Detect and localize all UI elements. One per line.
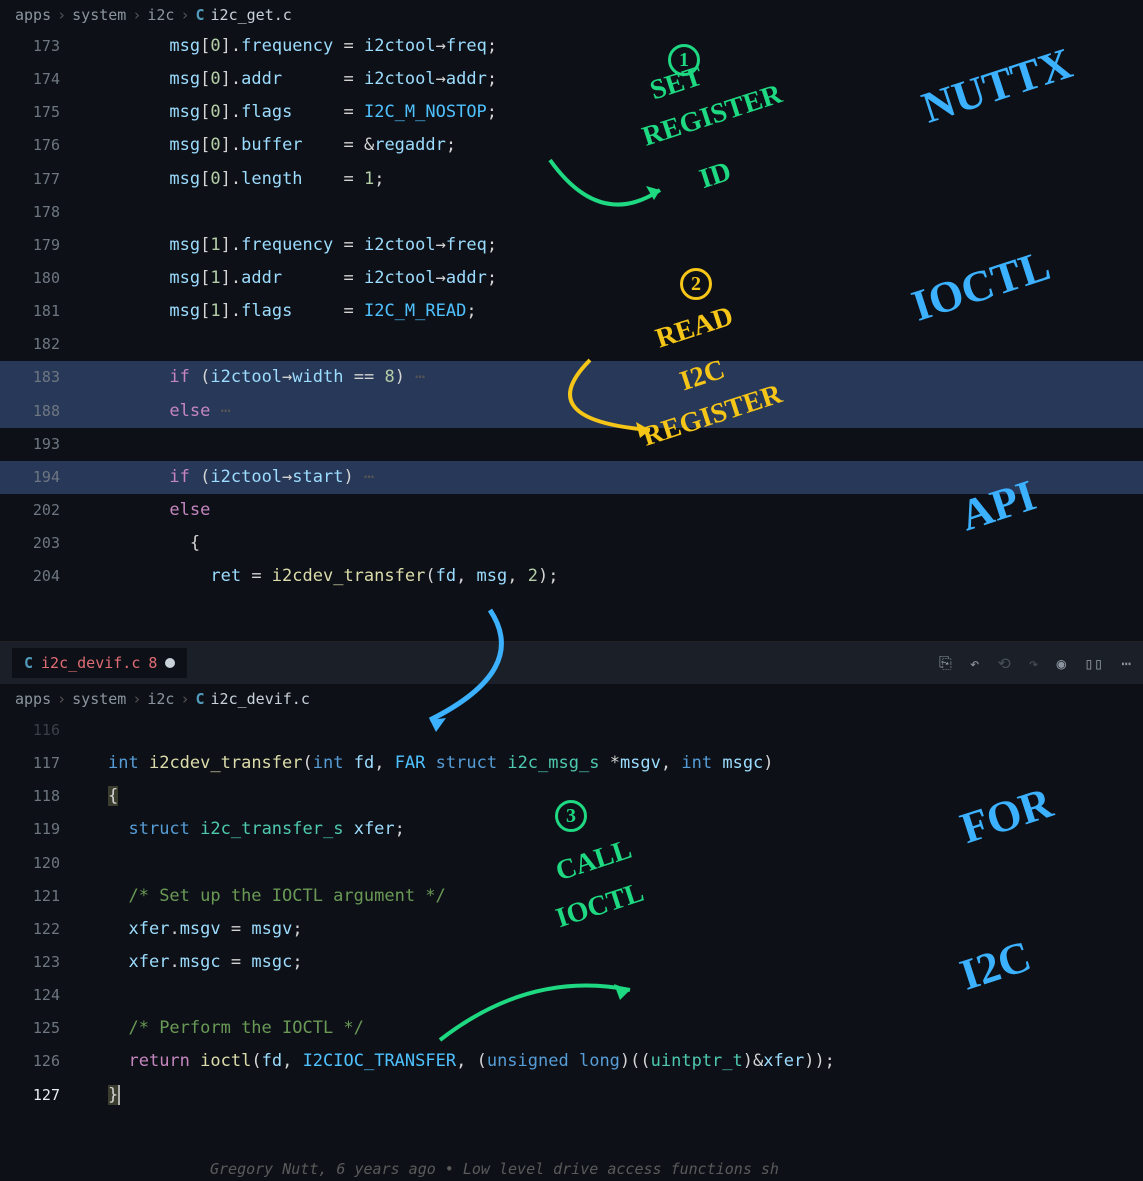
tab-badge: 8 [148,654,157,672]
line-number: 181 [0,295,60,328]
line-number: 174 [0,63,60,96]
line-number: 176 [0,129,60,162]
gutter: 173 174 175 176 177 178 179 180 181 182 … [0,30,70,593]
crumb-seg[interactable]: apps [15,6,51,24]
tab-i2c-devif[interactable]: C i2c_devif.c 8 [12,648,187,678]
unsaved-dot-icon [165,658,175,668]
line-number: 177 [0,163,60,196]
code-body[interactable]: msg[0].frequency = i2ctool→freq; msg[0].… [108,30,1143,593]
c-lang-icon: C [24,654,33,672]
line-number: 179 [0,229,60,262]
editor-pane-bottom[interactable]: 116 117 118 119 120 121 122 123 124 125 … [0,714,1143,1181]
crumb-file[interactable]: i2c_devif.c [211,690,310,708]
chevron-right-icon: › [132,690,141,708]
line-number: 173 [0,30,60,63]
editor-pane-top[interactable]: 173 174 175 176 177 178 179 180 181 182 … [0,30,1143,642]
crumb-seg[interactable]: i2c [147,6,174,24]
editor-toolbar: ⎘ ↶ ⟲ ↷ ◉ ▯▯ ⋯ [939,653,1131,673]
breadcrumb[interactable]: apps › system › i2c › C i2c_get.c [0,0,1143,30]
chevron-right-icon: › [180,6,189,24]
gutter: 116 117 118 119 120 121 122 123 124 125 … [0,714,70,1112]
line-number: 123 [0,946,60,979]
line-number: 121 [0,880,60,913]
chevron-right-icon: › [57,690,66,708]
chevron-right-icon: › [132,6,141,24]
crumb-seg[interactable]: system [72,6,126,24]
c-lang-icon: C [196,6,205,24]
chevron-right-icon: › [57,6,66,24]
line-number: 183 [0,361,60,394]
line-number: 175 [0,96,60,129]
line-number: 202 [0,494,60,527]
code-body[interactable]: int i2cdev_transfer(int fd, FAR struct i… [108,714,1143,1112]
crumb-seg[interactable]: i2c [147,690,174,708]
locate-file-icon[interactable]: ⎘ [939,653,952,673]
git-blame-annotation: Gregory Nutt, 6 years ago • Low level dr… [210,1160,779,1178]
line-number: 194 [0,461,60,494]
more-icon[interactable]: ⋯ [1121,654,1131,673]
line-number: 126 [0,1045,60,1078]
line-number: 193 [0,428,60,461]
crumb-seg[interactable]: apps [15,690,51,708]
split-editor-icon[interactable]: ▯▯ [1084,654,1103,673]
chevron-right-icon: › [180,690,189,708]
line-number: 188 [0,395,60,428]
line-number: 116 [0,714,60,747]
tab-bar: C i2c_devif.c 8 ⎘ ↶ ⟲ ↷ ◉ ▯▯ ⋯ [0,642,1143,684]
line-number: 203 [0,527,60,560]
line-number: 125 [0,1012,60,1045]
line-number: 124 [0,979,60,1012]
line-number: 178 [0,196,60,229]
c-lang-icon: C [196,690,205,708]
line-number: 120 [0,847,60,880]
line-number: 180 [0,262,60,295]
line-number: 127 [0,1079,60,1112]
crumb-file[interactable]: i2c_get.c [211,6,292,24]
line-number: 117 [0,747,60,780]
line-number: 204 [0,560,60,593]
next-change-icon[interactable]: ↷ [1029,654,1039,673]
line-number: 119 [0,813,60,846]
sync-icon[interactable]: ⟲ [997,654,1010,673]
line-number: 122 [0,913,60,946]
previous-change-icon[interactable]: ↶ [970,654,980,673]
breadcrumb[interactable]: apps › system › i2c › C i2c_devif.c [0,684,1143,714]
line-number: 182 [0,328,60,361]
line-number: 118 [0,780,60,813]
tab-label: i2c_devif.c [41,654,140,672]
run-icon[interactable]: ◉ [1056,654,1066,673]
crumb-seg[interactable]: system [72,690,126,708]
